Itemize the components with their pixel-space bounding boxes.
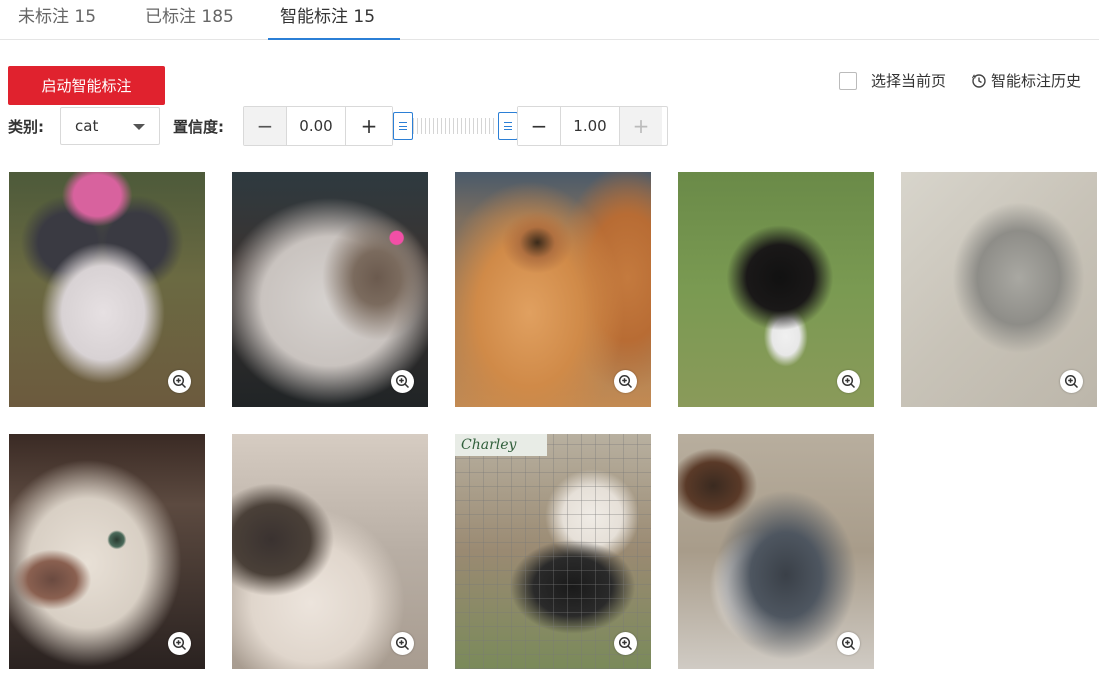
- image-watermark: Charley: [455, 434, 547, 456]
- confidence-max-input[interactable]: 1.00: [560, 107, 620, 145]
- zoom-in-icon[interactable]: [614, 632, 637, 655]
- zoom-in-icon[interactable]: [168, 632, 191, 655]
- tab-unlabeled[interactable]: 未标注 15: [18, 6, 96, 40]
- confidence-min-stepper: − 0.00 +: [243, 106, 393, 146]
- image-thumbnail[interactable]: [678, 172, 874, 407]
- image-thumbnail[interactable]: [678, 434, 874, 669]
- zoom-in-icon[interactable]: [837, 370, 860, 393]
- history-icon: [971, 73, 986, 88]
- zoom-in-icon[interactable]: [614, 370, 637, 393]
- confidence-min-input[interactable]: 0.00: [286, 107, 346, 145]
- tab-smart-label[interactable]: 智能标注 15: [268, 6, 400, 40]
- tab-bar: 未标注 15 已标注 185 智能标注 15: [0, 0, 1099, 40]
- slider-handle-min[interactable]: [393, 112, 413, 140]
- confidence-max-stepper: − 1.00 +: [517, 106, 668, 146]
- category-select[interactable]: cat: [60, 107, 160, 145]
- image-thumbnail[interactable]: [455, 172, 651, 407]
- image-thumbnail[interactable]: [9, 172, 205, 407]
- image-thumbnail[interactable]: [901, 172, 1097, 407]
- confidence-label: 置信度:: [173, 118, 224, 136]
- image-thumbnail[interactable]: [9, 434, 205, 669]
- zoom-in-icon[interactable]: [168, 370, 191, 393]
- chevron-down-icon: [133, 124, 145, 130]
- confidence-min-increment-button[interactable]: +: [346, 107, 392, 145]
- select-current-page[interactable]: 选择当前页: [839, 70, 946, 91]
- image-thumbnail[interactable]: Charley: [455, 434, 651, 669]
- category-label: 类别:: [8, 118, 44, 136]
- select-page-checkbox[interactable]: [839, 71, 857, 90]
- confidence-min-decrement-button[interactable]: −: [244, 107, 286, 145]
- zoom-in-icon[interactable]: [837, 632, 860, 655]
- slider-track: [413, 118, 497, 134]
- zoom-in-icon[interactable]: [391, 370, 414, 393]
- image-thumbnail[interactable]: [232, 172, 428, 407]
- smart-label-history-link[interactable]: 智能标注历史: [971, 70, 1081, 91]
- slider-handle-max[interactable]: [498, 112, 518, 140]
- start-smart-label-button[interactable]: 启动智能标注: [8, 66, 165, 105]
- category-value: cat: [75, 117, 99, 135]
- select-page-label: 选择当前页: [871, 72, 947, 90]
- zoom-in-icon[interactable]: [1060, 370, 1083, 393]
- grip-icon: [504, 122, 512, 130]
- history-label: 智能标注历史: [991, 72, 1082, 90]
- image-thumbnail[interactable]: [232, 434, 428, 669]
- confidence-range-slider[interactable]: [393, 112, 518, 140]
- confidence-max-decrement-button[interactable]: −: [518, 107, 560, 145]
- zoom-in-icon[interactable]: [391, 632, 414, 655]
- grip-icon: [399, 122, 407, 130]
- confidence-max-increment-button[interactable]: +: [620, 107, 662, 145]
- tab-labeled[interactable]: 已标注 185: [145, 6, 234, 40]
